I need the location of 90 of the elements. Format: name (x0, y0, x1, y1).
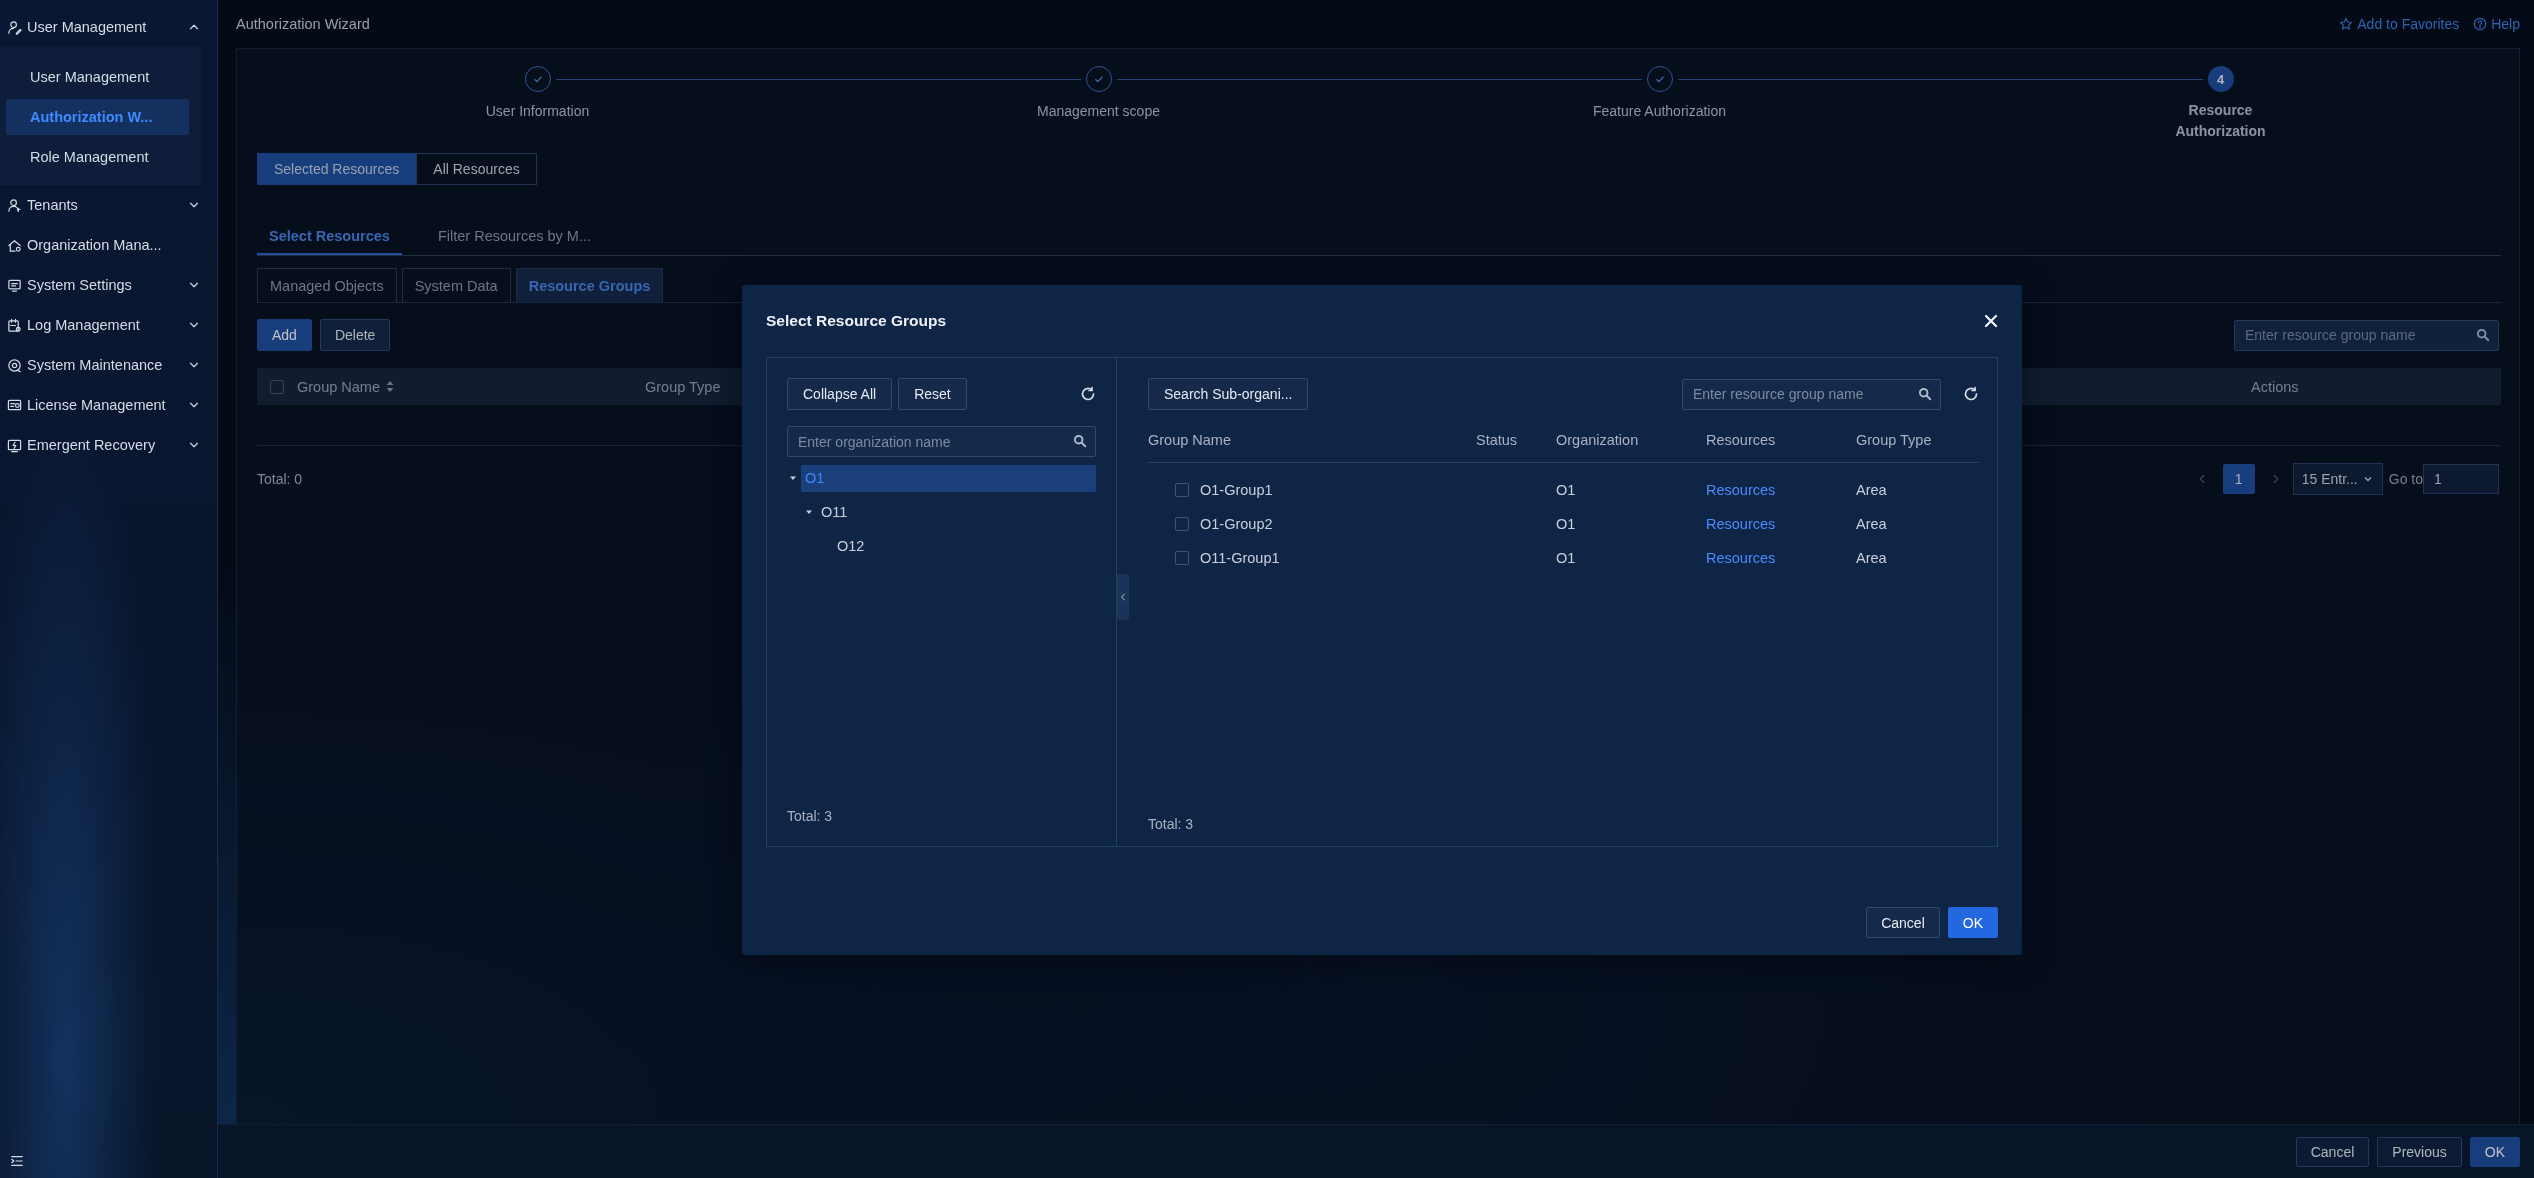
checkbox[interactable] (1175, 483, 1189, 497)
tree-node[interactable]: O11 (817, 498, 1096, 526)
refresh-icon[interactable] (1080, 386, 1096, 402)
checkbox[interactable] (270, 379, 284, 394)
page-size-select[interactable]: 15 Entr... (2292, 463, 2383, 495)
search-field[interactable]: Enter organization name (787, 426, 1096, 457)
page-number[interactable]: 1 (2222, 464, 2255, 494)
search-icon[interactable] (1918, 386, 1932, 401)
collapse-handle[interactable] (1117, 574, 1129, 620)
footer-button[interactable]: Cancel (2295, 1136, 2370, 1167)
table-cell: O1-Group1 (1200, 482, 1273, 498)
column-header[interactable]: Group Name (297, 378, 394, 395)
caret-down-icon[interactable] (805, 508, 813, 516)
help-icon (2473, 17, 2488, 31)
table-cell: O1 (1556, 482, 1576, 498)
table-cell: O1-Group2 (1200, 516, 1273, 532)
page-input[interactable]: 1 (2423, 464, 2499, 494)
menu-item[interactable]: Organization Mana... (0, 225, 217, 265)
step-label: Feature Authorization (1592, 103, 1727, 119)
submenu-item[interactable]: User Management (6, 59, 189, 95)
search-icon[interactable] (2476, 327, 2490, 342)
table-cell: Area (1856, 482, 1887, 498)
gear-ring-icon (7, 357, 22, 373)
footer-button[interactable]: OK (2469, 1136, 2520, 1167)
menu-item[interactable]: System Settings (0, 265, 217, 305)
menu-item[interactable]: Emergent Recovery (0, 425, 217, 465)
step-number: 4 (2207, 66, 2234, 92)
total-count: Total: 3 (1148, 816, 1195, 832)
submenu-item[interactable]: Role Management (6, 139, 189, 175)
search-field[interactable]: Enter resource group name (1682, 378, 1941, 410)
menu-item[interactable]: Log Management (0, 305, 217, 345)
search-sub-organizations-button[interactable]: Search Sub-organi... (1148, 378, 1309, 410)
step-label: Management scope (1037, 103, 1160, 119)
menu-item[interactable]: System Maintenance (0, 345, 217, 385)
column-header: Organization (1556, 432, 1639, 448)
table-cell: Area (1856, 516, 1887, 532)
dialog-title: Select Resource Groups (766, 312, 947, 330)
column-header: Group Type (645, 378, 721, 395)
close-icon[interactable] (1984, 314, 1998, 328)
column-header: Group Name (1148, 432, 1231, 448)
total-count: Total: 0 (257, 471, 303, 487)
calendar-icon (7, 317, 22, 333)
table-cell: Area (1856, 550, 1887, 566)
menu-item[interactable]: License Management (0, 385, 217, 425)
certificate-icon (7, 397, 22, 413)
toggle-option[interactable]: All Resources (416, 153, 537, 185)
tab[interactable]: Managed Objects (257, 268, 397, 302)
column-header: Status (1476, 432, 1518, 448)
tab[interactable]: System Data (401, 268, 511, 302)
checkbox[interactable] (1175, 551, 1189, 565)
step-label: User Information (485, 103, 590, 119)
cancel-button[interactable]: Cancel (1866, 907, 1940, 938)
reset-button[interactable]: Reset (898, 378, 967, 410)
search-field[interactable]: Enter resource group name (2234, 319, 2499, 351)
sort-icon[interactable] (386, 381, 394, 392)
resources-link[interactable]: Resources (1706, 516, 1776, 532)
house-icon (7, 237, 22, 253)
refresh-icon[interactable] (1963, 386, 1979, 402)
search-icon[interactable] (1073, 434, 1087, 448)
step-label: Resource Authorization (2174, 101, 2267, 141)
table-cell: O1 (1556, 516, 1576, 532)
resources-link[interactable]: Resources (1706, 550, 1776, 566)
resources-link[interactable]: Resources (1706, 482, 1776, 498)
collapse-all-button[interactable]: Collapse All (787, 378, 893, 410)
submenu-item[interactable]: Authorization W... (6, 99, 189, 135)
star-icon (2339, 17, 2354, 31)
add-button[interactable]: Add (257, 319, 312, 351)
table-cell: O11-Group1 (1200, 550, 1280, 566)
table-cell: O1 (1556, 550, 1576, 566)
menu-item[interactable]: User Management (0, 7, 217, 47)
column-header: Actions (2251, 378, 2299, 395)
user-icon (7, 197, 22, 213)
total-count: Total: 3 (787, 808, 834, 824)
menu-collapse-icon[interactable] (10, 1154, 24, 1168)
ok-button[interactable]: OK (1947, 907, 1998, 938)
caret-down-icon[interactable] (789, 474, 797, 482)
toggle-option[interactable]: Selected Resources (257, 153, 417, 185)
checkbox[interactable] (1175, 517, 1189, 531)
monitor-icon (7, 277, 22, 293)
column-header: Resources (1706, 432, 1776, 448)
menu-item[interactable]: Tenants (0, 185, 217, 225)
monitor-bolt-icon (7, 437, 22, 453)
footer-button[interactable]: Previous (2377, 1136, 2462, 1167)
page-title: Authorization Wizard (236, 16, 370, 32)
user-edit-icon (7, 19, 22, 35)
delete-button[interactable]: Delete (319, 319, 391, 351)
column-header: Group Type (1856, 432, 1932, 448)
tree-node[interactable]: O12 (833, 532, 1096, 560)
tab[interactable]: Filter Resources by M... (425, 219, 603, 255)
go-to-label: Go to (2388, 471, 2423, 487)
